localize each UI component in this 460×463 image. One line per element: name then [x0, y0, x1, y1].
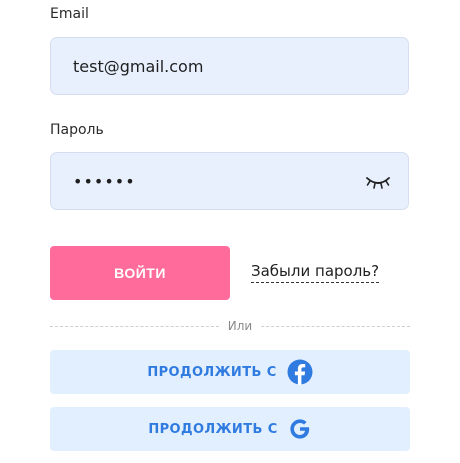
forgot-password-link[interactable]: Забыли пароль?	[251, 262, 380, 283]
password-field[interactable]	[73, 153, 353, 209]
facebook-icon	[287, 359, 313, 385]
facebook-button-label: ПРОДОЛЖИТЬ С	[147, 364, 277, 380]
divider-text: Или	[220, 319, 260, 333]
eye-closed-icon[interactable]	[364, 172, 392, 192]
password-label: Пароль	[50, 122, 104, 138]
google-icon	[288, 417, 312, 441]
google-button-label: ПРОДОЛЖИТЬ С	[148, 421, 278, 437]
email-field-container	[50, 37, 409, 95]
login-button[interactable]: ВОЙТИ	[50, 246, 230, 300]
continue-with-google-button[interactable]: ПРОДОЛЖИТЬ С	[50, 407, 410, 451]
password-field-container	[50, 152, 409, 210]
email-label: Email	[50, 6, 89, 22]
continue-with-facebook-button[interactable]: ПРОДОЛЖИТЬ С	[50, 350, 410, 394]
email-field[interactable]	[73, 38, 353, 94]
